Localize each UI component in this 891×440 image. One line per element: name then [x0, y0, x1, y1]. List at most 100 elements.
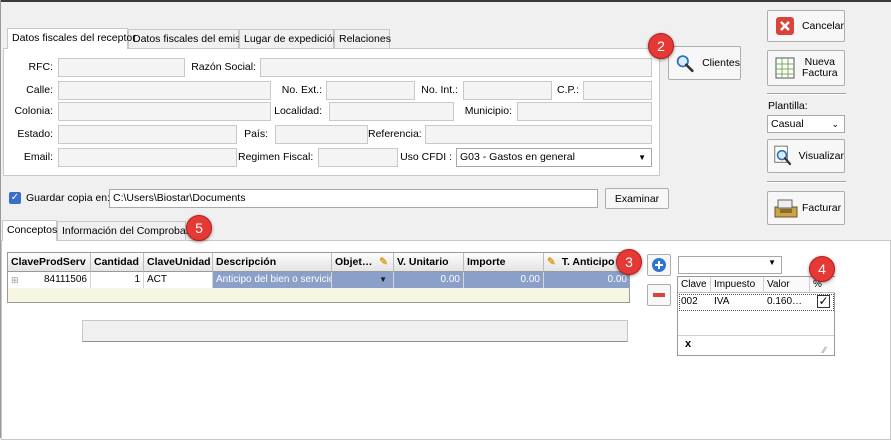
- window-top-border: [0, 0, 891, 2]
- chevron-down-icon: ▼: [638, 153, 646, 162]
- facturar-button[interactable]: Facturar: [767, 191, 845, 225]
- uso-cfdi-value: G03 - Gastos en general: [460, 151, 575, 163]
- cell-clave-unidad[interactable]: ACT: [144, 272, 213, 288]
- cell-cantidad[interactable]: 1: [91, 272, 144, 288]
- col-header-label: T. Anticipo: [561, 256, 615, 268]
- tax-col-header[interactable]: Valor: [764, 277, 810, 293]
- col-header[interactable]: ClaveProdServ: [8, 253, 91, 272]
- cell-descripcion[interactable]: Anticipo del bien o servicio: [213, 272, 332, 288]
- calle-field[interactable]: [58, 81, 271, 100]
- close-icon[interactable]: x: [685, 338, 691, 350]
- separator: [767, 181, 846, 183]
- col-header[interactable]: Cantidad: [91, 253, 144, 272]
- pais-field[interactable]: [275, 125, 368, 144]
- resize-grip-icon[interactable]: ∕∕: [823, 345, 826, 355]
- visualizar-button[interactable]: Visualizar: [767, 139, 845, 173]
- cp-field[interactable]: [583, 81, 652, 100]
- tax-checkbox[interactable]: ✓: [817, 295, 830, 308]
- referencia-label: Referencia:: [368, 128, 422, 140]
- tax-cell-impuesto[interactable]: IVA: [711, 294, 764, 310]
- step-badge: 2: [648, 33, 674, 59]
- tab-lugar-expedicion[interactable]: Lugar de expedición: [239, 29, 339, 49]
- chevron-down-icon: ⌄: [831, 119, 839, 129]
- totals-strip: [82, 320, 628, 342]
- guardar-checkbox[interactable]: ✓: [9, 192, 21, 204]
- regimen-fiscal-field[interactable]: [318, 148, 398, 167]
- plantilla-value: Casual: [771, 118, 804, 130]
- cell-clave-prod-serv[interactable]: ⊞ 84111506: [8, 272, 91, 288]
- estado-field[interactable]: [58, 125, 237, 144]
- email-field[interactable]: [58, 148, 237, 167]
- step-badge: 3: [616, 249, 642, 275]
- tax-cell-clave[interactable]: 002: [678, 294, 711, 310]
- minus-icon: [653, 293, 665, 297]
- plantilla-select[interactable]: Casual ⌄: [767, 115, 845, 133]
- cell-objeto[interactable]: ▼: [332, 272, 394, 288]
- tax-col-header[interactable]: Impuesto: [711, 277, 764, 293]
- clientes-button[interactable]: Clientes: [668, 46, 741, 80]
- plus-icon: [652, 258, 666, 272]
- chevron-down-icon: ▼: [768, 258, 776, 267]
- step-badge: 5: [186, 215, 212, 241]
- razon-social-field[interactable]: [260, 58, 652, 77]
- guardar-path-input[interactable]: C:\Users\Biostar\Documents: [109, 189, 598, 208]
- nueva-factura-button[interactable]: Nueva Factura: [767, 50, 845, 86]
- cancelar-button[interactable]: Cancelar: [767, 10, 845, 42]
- municipio-label: Municipio:: [464, 105, 512, 117]
- regimen-fiscal-label: Regimen Fiscal:: [238, 151, 314, 163]
- tax-cell-valor[interactable]: 0.160…: [764, 294, 810, 310]
- cell-t-anticipo[interactable]: 0.00: [544, 272, 630, 288]
- localidad-field[interactable]: [329, 102, 454, 121]
- no-int-label: No. Int.:: [421, 84, 458, 96]
- tab-relaciones[interactable]: Relaciones: [334, 29, 391, 49]
- email-label: Email:: [23, 151, 53, 163]
- pencil-icon: ✎: [547, 256, 556, 268]
- col-header[interactable]: Descripción: [213, 253, 332, 272]
- rfc-field[interactable]: [58, 58, 185, 77]
- step-badge: 4: [809, 256, 835, 282]
- remove-row-button[interactable]: [647, 284, 671, 306]
- expand-icon[interactable]: ⊞: [11, 272, 19, 288]
- separator: [767, 93, 846, 95]
- razon-social-label: Razón Social:: [191, 61, 256, 73]
- col-header[interactable]: ClaveUnidad: [144, 253, 213, 272]
- cell-text: 84111506: [43, 274, 87, 285]
- no-ext-field[interactable]: [326, 81, 415, 100]
- col-header[interactable]: Objet… ✎: [332, 253, 394, 272]
- examinar-button[interactable]: Examinar: [605, 188, 669, 209]
- magnifier-icon: [676, 55, 694, 73]
- cancelar-label: Cancelar: [801, 20, 844, 32]
- tab-informacion-comprobante[interactable]: Información del Comprobante: [57, 221, 200, 241]
- chevron-down-icon[interactable]: ▼: [379, 272, 387, 288]
- tab-datos-receptor[interactable]: Datos fiscales del receptor: [7, 28, 136, 49]
- no-ext-label: No. Ext.:: [281, 84, 322, 96]
- spreadsheet-icon: [775, 57, 795, 79]
- col-header-label: Objet…: [335, 256, 373, 268]
- colonia-label: Colonia:: [14, 105, 53, 117]
- col-header[interactable]: V. Unitario: [394, 253, 464, 272]
- municipio-field[interactable]: [517, 102, 652, 121]
- taxes-grid[interactable]: Clave Impuesto Valor % 002 IVA 0.160… ✓ …: [677, 276, 835, 356]
- tax-col-header[interactable]: Clave: [678, 277, 711, 293]
- cancel-icon: [775, 17, 794, 35]
- tab-datos-emisor[interactable]: Datos fiscales del emisor: [128, 29, 250, 49]
- referencia-field[interactable]: [425, 125, 652, 144]
- no-int-field[interactable]: [463, 81, 552, 100]
- impuesto-select[interactable]: ▼: [678, 256, 782, 274]
- col-header[interactable]: Importe: [464, 253, 544, 272]
- clientes-label: Clientes: [702, 57, 740, 69]
- conceptos-grid[interactable]: ClaveProdServ Cantidad ClaveUnidad Descr…: [7, 252, 630, 303]
- guardar-label: Guardar copia en:: [26, 192, 111, 204]
- rfc-label: RFC:: [28, 61, 54, 73]
- cp-label: C.P.:: [557, 84, 579, 96]
- uso-cfdi-select[interactable]: G03 - Gastos en general ▼: [456, 148, 652, 167]
- cell-importe[interactable]: 0.00: [464, 272, 544, 288]
- visualizar-label: Visualizar: [798, 150, 844, 162]
- plantilla-label: Plantilla:: [768, 100, 808, 112]
- add-row-button[interactable]: [647, 254, 671, 276]
- colonia-field[interactable]: [58, 102, 271, 121]
- tax-footer-divider: [678, 335, 834, 336]
- cell-v-unitario[interactable]: 0.00: [394, 272, 464, 288]
- calle-label: Calle:: [26, 84, 53, 96]
- tab-conceptos[interactable]: Conceptos: [2, 220, 57, 241]
